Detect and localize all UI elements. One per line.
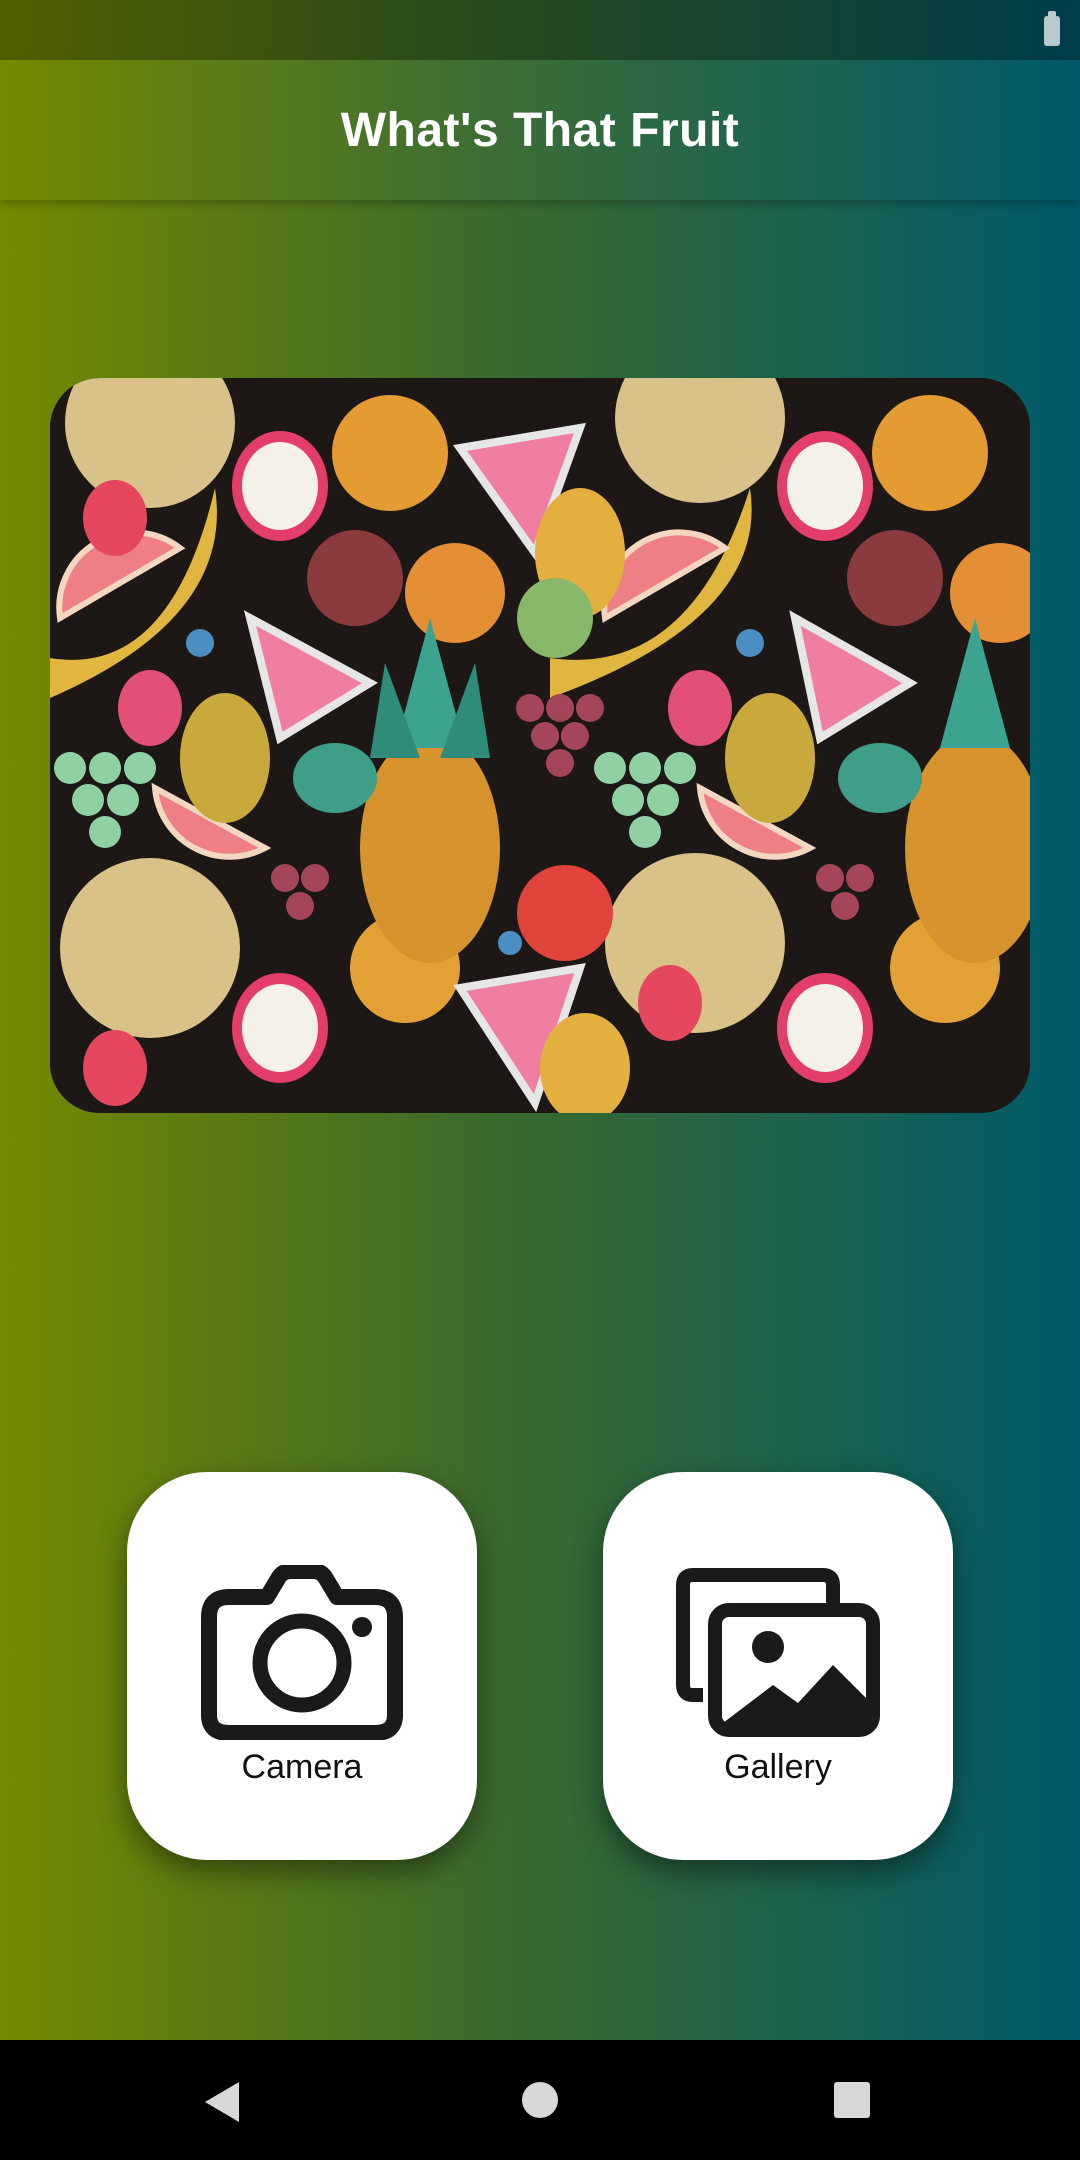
gallery-label: Gallery: [724, 1748, 832, 1786]
app-bar: What's That Fruit: [0, 60, 1080, 200]
camera-icon: [201, 1565, 403, 1740]
battery-icon: [1044, 11, 1060, 46]
fruit-pattern-illustration: [50, 378, 1030, 1113]
camera-label: Camera: [241, 1748, 363, 1786]
home-icon[interactable]: [522, 2082, 558, 2118]
gallery-button[interactable]: Gallery: [603, 1472, 953, 1860]
status-bar: [0, 0, 1080, 60]
gallery-icon: [676, 1568, 880, 1737]
app-title: What's That Fruit: [340, 103, 740, 157]
recent-apps-icon[interactable]: [834, 2082, 870, 2118]
fruit-pattern-image: [50, 378, 1030, 1113]
navigation-bar: [0, 2040, 1080, 2160]
back-icon[interactable]: [205, 2082, 239, 2122]
camera-button[interactable]: Camera: [127, 1472, 477, 1860]
